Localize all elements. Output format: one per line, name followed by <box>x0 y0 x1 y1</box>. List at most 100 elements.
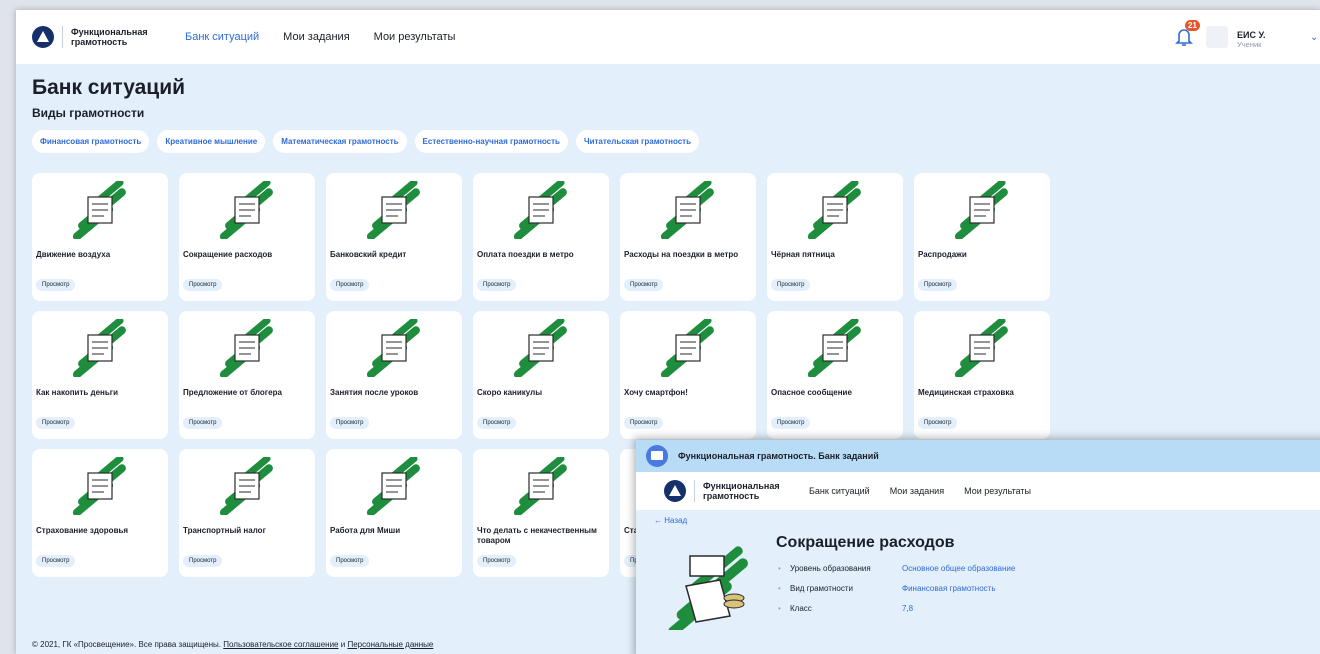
view-button[interactable]: Просмотр <box>330 417 370 429</box>
view-button[interactable]: Просмотр <box>771 417 811 429</box>
card-title: Как накопить деньги <box>36 388 119 397</box>
card-title: Опасное сообщение <box>771 388 852 397</box>
card-title: Сокращение расходов <box>183 250 273 259</box>
card-illustration <box>807 319 861 377</box>
card-illustration <box>807 181 861 239</box>
situation-card[interactable]: Транспортный налог Просмотр <box>179 449 315 577</box>
task-illustration <box>668 546 748 630</box>
avatar[interactable] <box>1206 26 1228 48</box>
situation-card[interactable]: Оплата поездки в метро Просмотр <box>473 173 609 301</box>
footer: © 2021, ГК «Просвещение». Все права защи… <box>32 640 434 649</box>
card-title: Расходы на поездки в метро <box>624 250 739 259</box>
window-titlebar: Функциональная грамотность. Банк заданий <box>636 440 1320 472</box>
card-illustration <box>513 457 567 515</box>
task-title: Сокращение расходов <box>776 534 955 551</box>
view-button[interactable]: Просмотр <box>36 417 76 429</box>
card-title: Движение воздуха <box>36 250 111 259</box>
chip-science[interactable]: Естественно-научная грамотность <box>414 130 568 153</box>
meta-level: Уровень образования Основное общее образ… <box>778 564 1015 573</box>
view-button[interactable]: Просмотр <box>477 555 517 567</box>
situation-card[interactable]: Движение воздуха Просмотр <box>32 173 168 301</box>
situation-card[interactable]: Что делать с некачественным товаром Просм… <box>473 449 609 577</box>
situation-card[interactable]: Страхование здоровья Просмотр <box>32 449 168 577</box>
card-title: Распродажи <box>918 250 967 259</box>
situation-card[interactable]: Хочу смартфон! Просмотр <box>620 311 756 439</box>
view-button[interactable]: Просмотр <box>183 555 223 567</box>
user-info[interactable]: ЕИС У. Ученик <box>1237 30 1297 50</box>
view-button[interactable]: Просмотр <box>36 555 76 567</box>
situation-card[interactable]: Медицинская страховка Просмотр <box>914 311 1050 439</box>
chip-financial[interactable]: Финансовая грамотность <box>32 130 150 153</box>
card-title: Работа для Миши <box>330 526 401 535</box>
card-illustration <box>513 181 567 239</box>
meta-grade: Класс 7,8 <box>778 604 913 613</box>
nav-results[interactable]: Мои результаты <box>964 486 1031 496</box>
view-button[interactable]: Просмотр <box>330 279 370 291</box>
situation-card[interactable]: Банковский кредит Просмотр <box>326 173 462 301</box>
task-window: Функциональная грамотность. Банк заданий… <box>636 440 1320 654</box>
nav-tasks[interactable]: Мои задания <box>890 486 944 496</box>
app-icon <box>646 445 668 467</box>
situation-card[interactable]: Занятия после уроков Просмотр <box>326 311 462 439</box>
card-title: Медицинская страховка <box>918 388 1014 397</box>
logo-text: Функциональная грамотность <box>703 481 780 501</box>
card-illustration <box>72 181 126 239</box>
chip-creative[interactable]: Креативное мышление <box>157 130 266 153</box>
card-illustration <box>954 319 1008 377</box>
view-button[interactable]: Просмотр <box>36 279 76 291</box>
card-illustration <box>72 319 126 377</box>
logo[interactable]: Функциональная грамотность <box>664 480 783 502</box>
task-body: ← Назад Сокращение расходов Уровень обра… <box>636 510 1320 654</box>
card-title: Транспортный налог <box>183 526 266 535</box>
situation-card[interactable]: Как накопить деньги Просмотр <box>32 311 168 439</box>
card-illustration <box>366 457 420 515</box>
card-title: Оплата поездки в метро <box>477 250 574 259</box>
view-button[interactable]: Просмотр <box>624 417 664 429</box>
notification-count: 21 <box>1185 20 1200 31</box>
main-nav: Банк ситуаций Мои задания Мои результаты <box>185 31 455 43</box>
chip-reading[interactable]: Читательская грамотность <box>575 130 700 153</box>
view-button[interactable]: Просмотр <box>477 417 517 429</box>
situation-card[interactable]: Скоро каникулы Просмотр <box>473 311 609 439</box>
nav-bank[interactable]: Банк ситуаций <box>809 486 870 496</box>
situation-card[interactable]: Сокращение расходов Просмотр <box>179 173 315 301</box>
view-button[interactable]: Просмотр <box>183 279 223 291</box>
view-button[interactable]: Просмотр <box>183 417 223 429</box>
situation-card[interactable]: Расходы на поездки в метро Просмотр <box>620 173 756 301</box>
situation-card[interactable]: Чёрная пятница Просмотр <box>767 173 903 301</box>
back-link[interactable]: ← Назад <box>654 516 687 525</box>
user-name: ЕИС У. <box>1237 30 1266 40</box>
view-button[interactable]: Просмотр <box>918 417 958 429</box>
view-button[interactable]: Просмотр <box>624 279 664 291</box>
card-title: Что делать с некачественным товаром <box>477 526 597 545</box>
situation-card[interactable]: Предложение от блогера Просмотр <box>179 311 315 439</box>
notifications-button[interactable]: 21 <box>1173 20 1200 48</box>
card-illustration <box>366 181 420 239</box>
nav-tasks[interactable]: Мои задания <box>283 31 349 43</box>
literacy-filters: Финансовая грамотность Креативное мышлен… <box>32 130 1304 153</box>
view-button[interactable]: Просмотр <box>771 279 811 291</box>
situation-card[interactable]: Работа для Миши Просмотр <box>326 449 462 577</box>
card-illustration <box>366 319 420 377</box>
situation-card[interactable]: Опасное сообщение Просмотр <box>767 311 903 439</box>
user-role: Ученик <box>1237 40 1262 49</box>
card-illustration <box>219 319 273 377</box>
view-button[interactable]: Просмотр <box>918 279 958 291</box>
card-illustration <box>660 181 714 239</box>
logo-text: Функциональная грамотность <box>71 27 148 47</box>
card-title: Предложение от блогера <box>183 388 282 397</box>
personal-data-link[interactable]: Персональные данные <box>347 640 433 649</box>
view-button[interactable]: Просмотр <box>477 279 517 291</box>
logo[interactable]: Функциональная грамотность <box>32 26 151 48</box>
view-button[interactable]: Просмотр <box>330 555 370 567</box>
card-illustration <box>219 181 273 239</box>
nav-results[interactable]: Мои результаты <box>374 31 456 43</box>
nav-bank[interactable]: Банк ситуаций <box>185 31 259 43</box>
card-illustration <box>513 319 567 377</box>
page-title: Банк ситуаций <box>32 76 186 99</box>
card-illustration <box>954 181 1008 239</box>
agreement-link[interactable]: Пользовательское соглашение <box>223 640 338 649</box>
chip-math[interactable]: Математическая грамотность <box>273 130 407 153</box>
chevron-down-icon[interactable]: ⌄ <box>1310 32 1318 43</box>
situation-card[interactable]: Распродажи Просмотр <box>914 173 1050 301</box>
